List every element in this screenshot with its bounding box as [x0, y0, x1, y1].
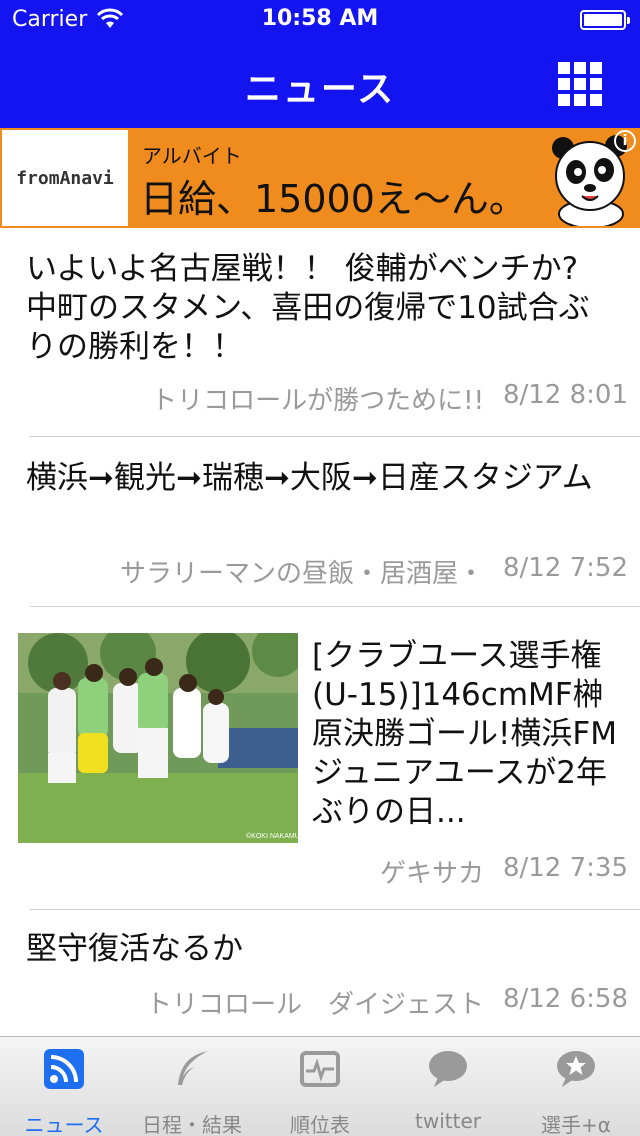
article-title: [クラブユース選手権(U-15)]146cmMF榊原決勝ゴール!横浜FMジュニア… [312, 638, 618, 830]
ad-info-icon[interactable]: i [614, 130, 636, 152]
list-item[interactable]: いよいよ名古屋戦！！ 俊輔がベンチか? 中町のスタメン、喜田の復帰で10試合ぶり… [0, 228, 640, 436]
ad-subtitle: アルバイト [142, 144, 242, 168]
article-title: 堅守復活なるか [26, 931, 243, 967]
article-date: 8/12 6:58 [502, 984, 628, 1014]
tab-twitter[interactable]: twitter [384, 1037, 512, 1136]
status-bar: Carrier 10:58 AM [0, 0, 640, 40]
article-title: 横浜➞観光➞瑞穂➞大阪➞日産スタジアム [26, 460, 593, 496]
list-item[interactable]: 横浜➞観光➞瑞穂➞大阪➞日産スタジアム サラリーマンの昼飯・居酒屋・ 8/12 … [0, 437, 640, 607]
page-title: ニュース [244, 69, 396, 110]
star-bubble-icon [556, 1049, 596, 1091]
clock: 10:58 AM [261, 6, 379, 31]
article-date: 8/12 7:35 [502, 853, 628, 883]
battery-icon [580, 10, 630, 30]
article-title: いよいよ名古屋戦！！ 俊輔がベンチか? 中町のスタメン、喜田の復帰で10試合ぶり… [26, 251, 590, 365]
article-source: ゲキサカ [379, 859, 484, 889]
ad-banner[interactable]: fromAnavi アルバイト 日給、15000え〜ん。 i [0, 128, 640, 229]
article-date: 8/12 7:52 [502, 553, 628, 583]
speech-bubble-icon [428, 1049, 468, 1091]
monitor-icon [300, 1049, 340, 1091]
tab-players[interactable]: 選手+α [512, 1037, 640, 1136]
tab-label: 選手+α [541, 1113, 611, 1136]
tab-bar: ニュース 日程・結果 順位表 twitter 選手+α [0, 1036, 640, 1136]
feather-icon [172, 1049, 212, 1091]
list-item[interactable]: ©KOKI NAKAMURA [クラブユース選手権(U-15)]146cmMF榊… [0, 607, 640, 909]
article-source: サラリーマンの昼飯・居酒屋・ [119, 559, 484, 589]
tab-news[interactable]: ニュース [0, 1037, 128, 1136]
ad-headline: 日給、15000え〜ん。 [140, 177, 527, 221]
tab-standings[interactable]: 順位表 [256, 1037, 384, 1136]
article-source: トリコロールが勝つために!! [151, 386, 484, 416]
news-list: いよいよ名古屋戦！！ 俊輔がベンチか? 中町のスタメン、喜田の復帰で10試合ぶり… [0, 228, 640, 1036]
tab-label: twitter [415, 1109, 481, 1133]
grid-menu-icon[interactable] [558, 62, 602, 106]
photo-credit: ©KOKI NAKAMURA [246, 832, 298, 840]
ad-logo: fromAnavi [2, 130, 128, 226]
tab-label: ニュース [24, 1113, 104, 1136]
article-date: 8/12 8:01 [502, 380, 628, 410]
rss-icon [44, 1049, 84, 1091]
list-item[interactable]: 堅守復活なるか トリコロール ダイジェスト 8/12 6:58 [0, 910, 640, 1036]
tab-label: 日程・結果 [142, 1113, 242, 1136]
tab-schedule[interactable]: 日程・結果 [128, 1037, 256, 1136]
tab-label: 順位表 [290, 1113, 350, 1136]
navigation-header: Carrier 10:58 AM ニュース [0, 0, 640, 128]
article-source: トリコロール ダイジェスト [145, 990, 484, 1020]
article-thumbnail: ©KOKI NAKAMURA [18, 633, 298, 843]
